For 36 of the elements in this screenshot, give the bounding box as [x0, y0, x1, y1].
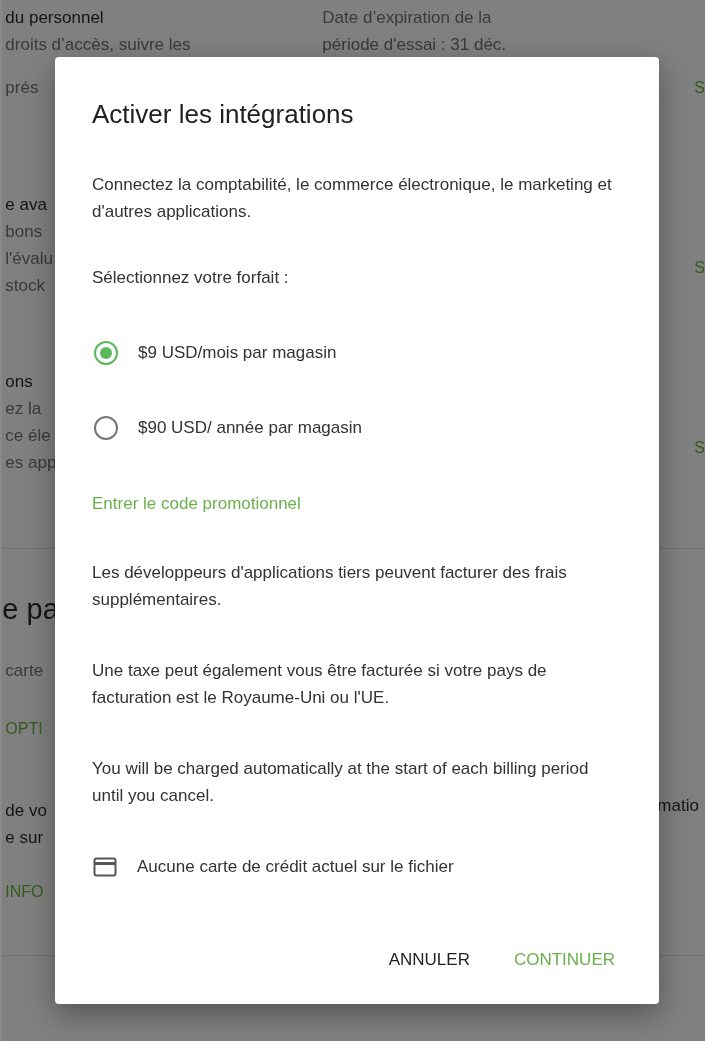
background-text: carte [5, 660, 44, 682]
background-link[interactable]: S [694, 74, 705, 101]
credit-card-icon [93, 856, 117, 877]
plan-radio-option[interactable]: $90 USD/ année par magasin [92, 414, 362, 441]
background-link[interactable]: S [694, 254, 705, 281]
dialog-text: Les développeurs d'applications tiers peuvent facturer des frais supplémentaires. [92, 562, 568, 611]
dialog-text: Connectez la comptabilité, le commerce électronique, le marketing et d'autres applications. [92, 174, 613, 223]
background-text[interactable]: INFO [5, 878, 44, 905]
background-link[interactable]: S [694, 434, 705, 461]
background-text[interactable]: OPTI [5, 715, 43, 742]
background-text: du personnel [5, 7, 104, 29]
radio-button[interactable] [94, 340, 118, 365]
background-text: stock [5, 275, 45, 297]
background-text: e sur [5, 827, 44, 849]
trial-text: période d'essai : 31 déc. [322, 34, 507, 56]
cancel-button[interactable]: ANNULER [368, 940, 490, 980]
trial-text: Date d’expiration de la [322, 7, 492, 29]
background-text: prés [5, 77, 39, 99]
dialog-title: Activer les intégrations [92, 98, 354, 131]
dialog-text: Une taxe peut également vous être facturée si votre pays de facturation est le Royaume-Uni ou l'UE. [92, 660, 548, 709]
background-text: l'évalu [5, 248, 53, 270]
background-text: de vo [5, 800, 47, 822]
plan-radio-option[interactable]: $9 USD/mois par magasin [92, 339, 337, 366]
dialog-text: Sélectionnez votre forfait : [92, 267, 289, 289]
background-text: e ava [5, 194, 47, 216]
background-text: ez la [5, 398, 42, 420]
background-text: ce éle [5, 425, 51, 447]
continue-button[interactable]: CONTINUER [493, 940, 635, 980]
card-status-text: Aucune carte de crédit actuel sur le fichier [137, 856, 454, 878]
dialog-text: You will be charged automatically at the start of each billing period until you cancel. [92, 758, 590, 807]
radio-button[interactable] [94, 415, 118, 440]
background-text: droits d’accès, suivre les [5, 34, 191, 56]
background-text: ons [5, 371, 33, 393]
background-text: es app [5, 452, 57, 474]
background-text: bons [5, 221, 43, 243]
promo-code-link[interactable]: Entrer le code promotionnel [92, 490, 301, 517]
